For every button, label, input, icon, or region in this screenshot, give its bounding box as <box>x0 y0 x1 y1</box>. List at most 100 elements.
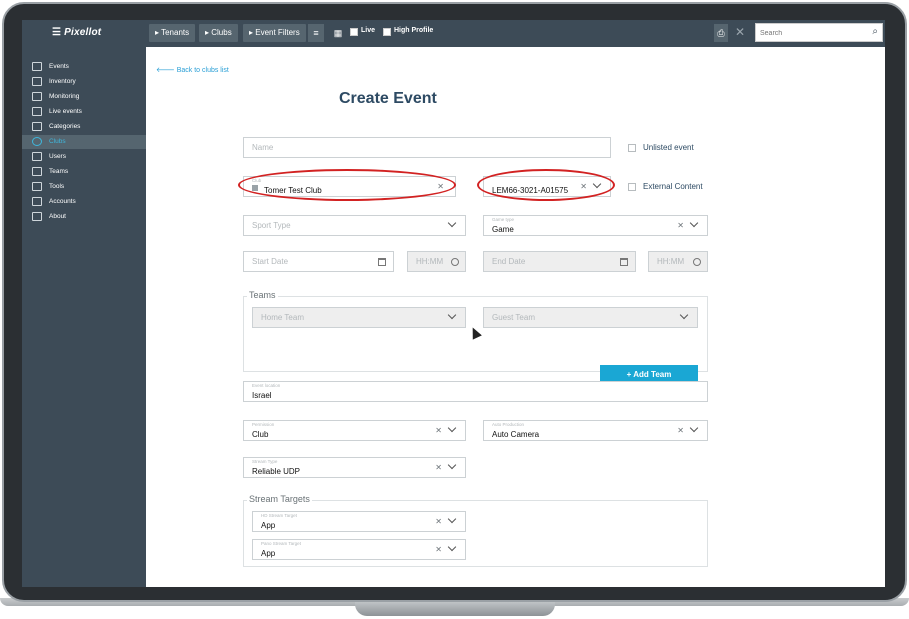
pano-stream-target-select[interactable]: Pano Stream Target App ✕ <box>252 539 466 560</box>
app-logo[interactable]: ☰ Pixellot <box>52 27 101 38</box>
clear-hd-target-icon[interactable]: ✕ <box>435 517 445 526</box>
start-date-field[interactable]: Start Date <box>243 251 394 272</box>
game-type-value: Game <box>492 225 514 234</box>
game-type-label: Game type <box>492 217 515 222</box>
list-view-icon[interactable]: ≡ <box>308 24 324 42</box>
sidebar-item-label: Categories <box>49 123 81 130</box>
sidebar-item-label: About <box>49 213 66 220</box>
chevron-down-icon[interactable] <box>447 515 457 525</box>
hd-stream-target-value: App <box>261 521 276 530</box>
search-icon[interactable]: ⌕ <box>872 26 878 37</box>
sidebar-item-monitoring[interactable]: Monitoring <box>22 90 146 104</box>
live-label: Live <box>361 27 376 34</box>
toolbox-icon <box>32 182 42 191</box>
close-icon[interactable]: ✕ <box>735 25 745 39</box>
calendar-view-icon[interactable]: ▦ <box>330 24 346 42</box>
sidebar-item-accounts[interactable]: Accounts <box>22 195 146 209</box>
chevron-down-icon[interactable] <box>447 461 457 471</box>
clear-permission-icon[interactable]: ✕ <box>435 426 445 435</box>
sport-type-select[interactable]: Sport Type <box>243 215 466 236</box>
sidebar-item-label: Live events <box>49 108 82 115</box>
sidebar-item-label: Teams <box>49 168 69 175</box>
pano-stream-target-label: Pano Stream Target <box>261 541 301 546</box>
calendar-icon[interactable] <box>620 258 628 266</box>
menu-icon[interactable]: ☰ <box>52 27 61 38</box>
page-title: Create Event <box>339 90 437 107</box>
name-field[interactable]: Name <box>243 137 611 158</box>
end-date-field[interactable]: End Date <box>483 251 636 272</box>
sidebar-item-categories[interactable]: Categories <box>22 120 146 134</box>
chevron-down-icon[interactable] <box>689 219 699 229</box>
chevron-down-icon[interactable] <box>447 543 457 553</box>
auto-production-select[interactable]: Auto Production Auto Camera ✕ <box>483 420 708 441</box>
home-team-select[interactable]: Home Team <box>252 307 466 328</box>
app-screen: ☰ Pixellot ▸ Tenants ▸ Clubs ▸ Event Filt… <box>22 20 885 587</box>
home-team-placeholder: Home Team <box>261 313 304 322</box>
sidebar-item-teams[interactable]: Teams <box>22 165 146 179</box>
unlisted-event-checkbox[interactable] <box>628 144 636 152</box>
monitor-icon <box>32 92 42 101</box>
permission-value: Club <box>252 430 269 439</box>
info-icon <box>32 212 42 221</box>
back-to-clubs-link[interactable]: 🡐 Back to clubs list <box>156 65 229 74</box>
high-profile-checkbox[interactable] <box>383 28 391 36</box>
chevron-down-icon[interactable] <box>447 424 457 434</box>
crumb-label: Tenants <box>161 28 190 37</box>
guest-team-select[interactable]: Guest Team <box>483 307 698 328</box>
teams-legend: Teams <box>247 290 278 300</box>
start-date-placeholder: Start Date <box>252 257 289 266</box>
event-location-label: Event location <box>252 383 281 388</box>
stream-type-select[interactable]: Stream Type Reliable UDP ✕ <box>243 457 466 478</box>
sidebar-item-label: Clubs <box>49 138 66 145</box>
sidebar-item-label: Users <box>49 153 66 160</box>
users-icon <box>32 152 42 161</box>
sidebar-item-label: Events <box>49 63 69 70</box>
permission-label: Permission <box>252 422 275 427</box>
sidebar-item-events[interactable]: Events <box>22 60 146 74</box>
clear-game-type-icon[interactable]: ✕ <box>677 221 687 230</box>
start-time-field[interactable]: HH:MM <box>407 251 466 272</box>
calendar-icon <box>32 62 42 71</box>
sidebar-item-live-events[interactable]: Live events <box>22 105 146 119</box>
calendar-icon[interactable] <box>378 258 386 266</box>
sidebar-item-about[interactable]: About <box>22 210 146 224</box>
sidebar-item-tools[interactable]: Tools <box>22 180 146 194</box>
laptop-notch <box>355 602 555 616</box>
sidebar-item-inventory[interactable]: Inventory <box>22 75 146 89</box>
search-input[interactable] <box>760 26 860 40</box>
sidebar: Events Inventory Monitoring Live events … <box>22 47 146 587</box>
clock-icon[interactable] <box>451 258 459 266</box>
game-type-select[interactable]: Game type Game ✕ <box>483 215 708 236</box>
logo-text: Pixellot <box>64 27 102 38</box>
auto-production-label: Auto Production <box>492 422 525 427</box>
end-time-placeholder: HH:MM <box>657 257 685 266</box>
live-checkbox[interactable] <box>350 28 358 36</box>
clear-stream-type-icon[interactable]: ✕ <box>435 463 445 472</box>
stream-type-value: Reliable UDP <box>252 467 301 476</box>
crumb-clubs[interactable]: ▸ Clubs <box>199 24 238 42</box>
export-document-icon[interactable]: ⎙ <box>714 24 728 42</box>
crumb-event-filters[interactable]: ▸ Event Filters <box>243 24 306 42</box>
external-content-label: External Content <box>643 182 703 191</box>
chevron-down-icon[interactable] <box>689 424 699 434</box>
sidebar-item-label: Monitoring <box>49 93 80 100</box>
clear-pano-target-icon[interactable]: ✕ <box>435 545 445 554</box>
high-profile-label: High Profile <box>394 27 434 34</box>
chevron-down-icon[interactable] <box>679 311 689 321</box>
external-content-checkbox[interactable] <box>628 183 636 191</box>
event-location-field[interactable]: Event location Israel <box>243 381 708 402</box>
chevron-down-icon[interactable] <box>447 311 457 321</box>
search-box: ⌕ <box>755 23 883 42</box>
chevron-down-icon[interactable] <box>447 219 457 229</box>
hd-stream-target-select[interactable]: HD Stream Target App ✕ <box>252 511 466 532</box>
crumb-label: Clubs <box>211 28 232 37</box>
clock-icon[interactable] <box>693 258 701 266</box>
end-time-field[interactable]: HH:MM <box>648 251 708 272</box>
crumb-tenants[interactable]: ▸ Tenants <box>149 24 196 42</box>
tag-icon <box>32 122 42 131</box>
sidebar-item-users[interactable]: Users <box>22 150 146 164</box>
stream-targets-legend: Stream Targets <box>247 494 312 504</box>
clear-auto-production-icon[interactable]: ✕ <box>677 426 687 435</box>
permission-select[interactable]: Permission Club ✕ <box>243 420 466 441</box>
sidebar-item-clubs[interactable]: Clubs <box>22 135 146 149</box>
